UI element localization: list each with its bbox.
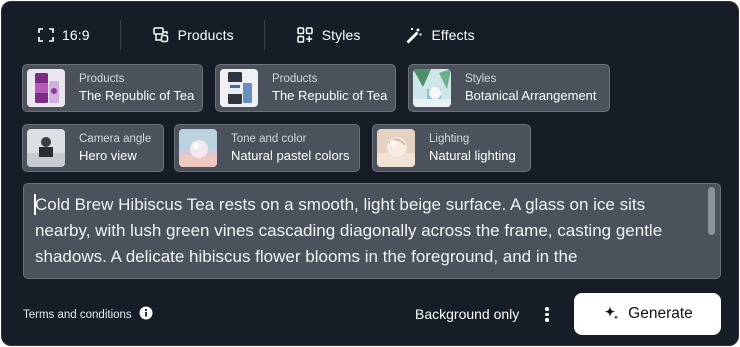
- chip-category: Camera angle: [79, 132, 152, 145]
- chip-product-2[interactable]: Products The Republic of Tea: [215, 64, 396, 112]
- styles-grid-icon: [296, 26, 314, 44]
- aspect-ratio-label: 16:9: [62, 27, 90, 43]
- terms-and-conditions: Terms and conditions: [23, 306, 153, 323]
- camera-angle-thumbnail: [27, 129, 65, 167]
- chip-value: The Republic of Tea: [272, 87, 388, 103]
- styles-label: Styles: [321, 27, 361, 43]
- style-thumbnail: [413, 69, 451, 107]
- chip-category: Products: [79, 72, 125, 85]
- chip-category: Styles: [465, 72, 497, 85]
- generate-label: Generate: [628, 305, 693, 322]
- products-icon: [152, 26, 170, 44]
- products-button[interactable]: Products: [152, 16, 234, 54]
- product-thumbnail: [27, 69, 65, 107]
- background-only-toggle[interactable]: Background only: [415, 306, 519, 322]
- scrollbar-thumb[interactable]: [708, 187, 715, 235]
- chip-style[interactable]: Styles Botanical Arrangement: [408, 64, 610, 112]
- aspect-ratio-button[interactable]: 16:9: [38, 16, 90, 54]
- products-label: Products: [177, 27, 234, 43]
- chip-value: Hero view: [79, 147, 137, 163]
- chip-product-1[interactable]: Products The Republic of Tea: [22, 64, 203, 112]
- prompt-input[interactable]: Cold Brew Hibiscus Tea rests on a smooth…: [23, 183, 721, 279]
- chip-value: Natural pastel colors: [231, 147, 350, 163]
- prompt-text: Cold Brew Hibiscus Tea rests on a smooth…: [35, 195, 663, 266]
- product-thumbnail: [220, 69, 258, 107]
- toolbar-divider: [119, 20, 121, 50]
- effects-button[interactable]: Effects: [405, 16, 475, 54]
- info-icon[interactable]: [139, 306, 153, 323]
- lighting-thumbnail: [377, 129, 415, 167]
- more-options-icon[interactable]: [540, 305, 554, 325]
- chip-lighting[interactable]: Lighting Natural lighting: [372, 124, 531, 172]
- tone-thumbnail: [179, 129, 217, 167]
- generate-button[interactable]: Generate: [574, 293, 721, 335]
- chip-category: Lighting: [429, 132, 470, 145]
- chip-value: The Republic of Tea: [79, 87, 195, 103]
- terms-label: Terms and conditions: [23, 308, 132, 321]
- chip-tone-and-color[interactable]: Tone and color Natural pastel colors: [174, 124, 360, 172]
- chip-category: Tone and color: [231, 132, 307, 145]
- chip-camera-angle[interactable]: Camera angle Hero view: [22, 124, 164, 172]
- styles-button[interactable]: Styles: [296, 16, 361, 54]
- sparkle-icon: [602, 304, 620, 325]
- chip-value: Botanical Arrangement: [465, 87, 597, 103]
- chip-category: Products: [272, 72, 318, 85]
- prompt-scrollbar[interactable]: [708, 187, 716, 275]
- generation-panel: 16:9 Products Styles Effects Products Th…: [1, 1, 739, 346]
- toolbar-divider: [263, 20, 265, 50]
- toolbar: 16:9 Products Styles Effects: [24, 16, 475, 54]
- chip-value: Natural lighting: [429, 147, 516, 163]
- magic-wand-icon: [405, 26, 423, 44]
- effects-label: Effects: [431, 27, 475, 43]
- aspect-ratio-icon: [38, 28, 54, 42]
